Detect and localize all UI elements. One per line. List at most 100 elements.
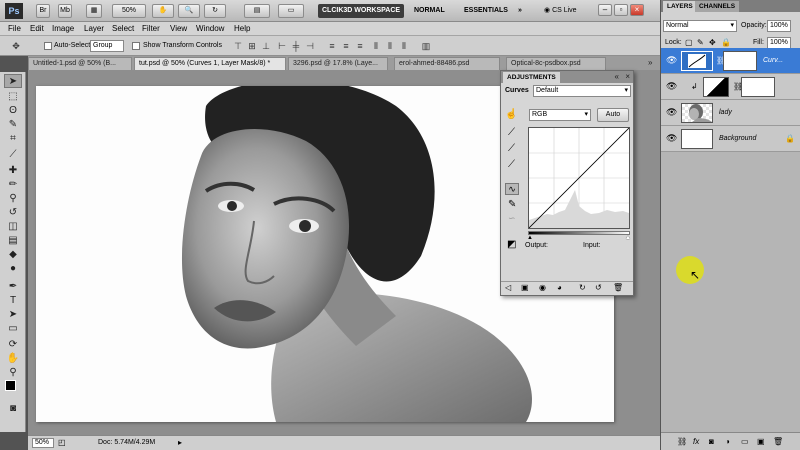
white-slider-icon[interactable]: ▲ <box>625 235 631 241</box>
healing-brush-tool-icon[interactable]: ✚ <box>4 164 22 178</box>
layers-panel-menu-icon[interactable] <box>793 12 800 52</box>
zoom-tool-button[interactable]: 🔍 <box>178 4 200 18</box>
auto-select-checkbox[interactable] <box>44 42 52 50</box>
white-point-eyedropper-icon[interactable]: ⟋ <box>508 159 515 170</box>
layer-row-adjustment-2[interactable]: 👁 ↲ ⛓ <box>661 74 800 100</box>
distribute-left-icon[interactable]: ⦀ <box>370 40 382 52</box>
curves-graph[interactable] <box>528 127 630 229</box>
reset-icon[interactable]: ↺ <box>595 283 602 292</box>
dodge-tool-icon[interactable]: ● <box>4 262 22 276</box>
3d-rotate-tool-icon[interactable]: ⟳ <box>4 338 22 352</box>
eye-icon[interactable]: 👁 <box>666 134 677 143</box>
link-layers-icon[interactable]: ⛓ <box>677 437 687 446</box>
expand-view-icon[interactable]: ▣ <box>521 283 529 292</box>
panel-close-icon[interactable]: × <box>625 72 630 81</box>
tab-3296[interactable]: 3296.psd @ 17.8% (Laye... <box>288 57 388 70</box>
show-transform-checkbox[interactable] <box>132 42 140 50</box>
opacity-field[interactable]: 100% <box>767 20 791 32</box>
auto-select-dropdown[interactable]: Group <box>90 40 124 52</box>
screen-mode-button[interactable]: ▭ <box>278 4 304 18</box>
lock-pixels-icon[interactable]: ✎ <box>697 38 704 47</box>
eye-icon[interactable]: 👁 <box>666 56 677 65</box>
lock-transparency-icon[interactable]: ▢ <box>685 38 693 47</box>
lock-position-icon[interactable]: ✥ <box>709 38 716 47</box>
menu-filter[interactable]: Filter <box>142 24 160 33</box>
zoom-level-dropdown[interactable]: 50% <box>112 4 146 18</box>
layer-mask-thumbnail[interactable] <box>741 77 775 97</box>
workspace-essentials[interactable]: ESSENTIALS <box>460 4 512 18</box>
workspace-clcik3d[interactable]: CLCIK3D WORKSPACE <box>318 4 405 18</box>
menu-file[interactable]: File <box>8 24 21 33</box>
status-info-icon[interactable]: ◰ <box>58 438 66 447</box>
clone-stamp-tool-icon[interactable]: ⚲ <box>4 192 22 206</box>
brush-tool-icon[interactable]: ✏ <box>4 178 22 192</box>
arrange-documents-button[interactable]: ▤ <box>244 4 270 18</box>
eye-icon[interactable]: 👁 <box>666 82 677 91</box>
tab-layers[interactable]: LAYERS <box>663 1 697 12</box>
new-adjustment-layer-icon[interactable]: ◑ <box>725 437 730 446</box>
auto-button[interactable]: Auto <box>597 108 629 122</box>
gradient-tool-icon[interactable]: ▤ <box>4 234 22 248</box>
panel-collapse-icon[interactable]: « <box>615 72 619 81</box>
delete-adjustment-icon[interactable]: 🗑 <box>613 283 623 292</box>
workspace-normal[interactable]: NORMAL <box>410 4 449 18</box>
delete-layer-icon[interactable]: 🗑 <box>773 437 783 446</box>
blur-tool-icon[interactable]: ◆ <box>4 248 22 262</box>
clipping-icon[interactable]: ◩ <box>507 239 516 250</box>
align-left-icon[interactable]: ⊢ <box>276 40 288 52</box>
menu-view[interactable]: View <box>170 24 187 33</box>
tab-erol-ahmed[interactable]: erol-ahmed-88486.psd <box>394 57 500 70</box>
auto-align-icon[interactable]: ▥ <box>420 40 432 52</box>
tab-tut[interactable]: tut.psd @ 50% (Curves 1, Layer Mask/8) * <box>134 57 286 70</box>
add-mask-icon[interactable]: ◙ <box>709 437 714 446</box>
cs-live-button[interactable]: ◉ CS Live <box>540 4 581 18</box>
clip-to-layer-icon[interactable]: ◉ <box>539 283 546 292</box>
distribute-hcenter-icon[interactable]: ⦀ <box>384 40 396 52</box>
rotate-view-button[interactable]: ↻ <box>204 4 226 18</box>
pencil-draw-icon[interactable]: ✎ <box>508 199 516 210</box>
menu-select[interactable]: Select <box>112 24 134 33</box>
close-button[interactable]: × <box>630 4 644 16</box>
align-vcenter-icon[interactable]: ⊞ <box>246 40 258 52</box>
quick-select-tool-icon[interactable]: ✎ <box>4 118 22 132</box>
layer-row-curves[interactable]: 👁 ⛓ Curv... <box>661 48 800 74</box>
layer-mask-thumbnail[interactable] <box>723 51 757 71</box>
hand-tool-button[interactable]: ✋ <box>152 4 174 18</box>
blend-mode-dropdown[interactable]: Normal ▾ <box>663 20 737 32</box>
path-select-tool-icon[interactable]: ➤ <box>4 308 22 322</box>
curve-point-mode-icon[interactable]: ∿ <box>505 183 519 195</box>
bridge-button[interactable]: Br <box>36 4 50 18</box>
menu-layer[interactable]: Layer <box>84 24 104 33</box>
align-hcenter-icon[interactable]: ╪ <box>290 40 302 52</box>
gray-point-eyedropper-icon[interactable]: ⟋ <box>508 143 515 154</box>
tabs-overflow-icon[interactable]: » <box>648 58 652 67</box>
smooth-curve-icon[interactable]: ∽ <box>508 213 516 224</box>
crop-tool-icon[interactable]: ⌗ <box>4 132 22 146</box>
align-bottom-icon[interactable]: ⊥ <box>260 40 272 52</box>
black-slider-icon[interactable]: ▲ <box>527 235 533 241</box>
new-group-icon[interactable]: ▭ <box>741 437 749 446</box>
status-menu-arrow-icon[interactable]: ▸ <box>178 438 182 447</box>
targeted-adjustment-icon[interactable]: ☝ <box>505 109 517 120</box>
minimize-button[interactable]: – <box>598 4 612 16</box>
distribute-bottom-icon[interactable]: ≡ <box>354 40 366 52</box>
menu-edit[interactable]: Edit <box>30 24 44 33</box>
menu-window[interactable]: Window <box>196 24 224 33</box>
tab-channels[interactable]: CHANNELS <box>695 1 740 12</box>
preset-dropdown[interactable]: Default ▾ <box>533 85 631 97</box>
zoom-tool-icon[interactable]: ⚲ <box>4 366 22 380</box>
distribute-right-icon[interactable]: ⦀ <box>398 40 410 52</box>
history-brush-tool-icon[interactable]: ↺ <box>4 206 22 220</box>
layer-row-lady[interactable]: 👁 lady <box>661 100 800 126</box>
return-to-list-icon[interactable]: ◁ <box>505 283 511 292</box>
lasso-tool-icon[interactable]: ʘ <box>4 104 22 118</box>
restore-button[interactable]: ▫ <box>614 4 628 16</box>
black-point-eyedropper-icon[interactable]: ⟋ <box>508 127 515 138</box>
tab-adjustments[interactable]: ADJUSTMENTS <box>503 72 560 83</box>
eye-icon[interactable]: 👁 <box>666 108 677 117</box>
distribute-vcenter-icon[interactable]: ≡ <box>340 40 352 52</box>
tab-untitled-1[interactable]: Untitled-1.psd @ 50% (B... <box>28 57 132 70</box>
view-previous-icon[interactable]: ↻ <box>579 283 586 292</box>
extras-button[interactable]: ▦ <box>86 4 102 18</box>
align-right-icon[interactable]: ⊣ <box>304 40 316 52</box>
